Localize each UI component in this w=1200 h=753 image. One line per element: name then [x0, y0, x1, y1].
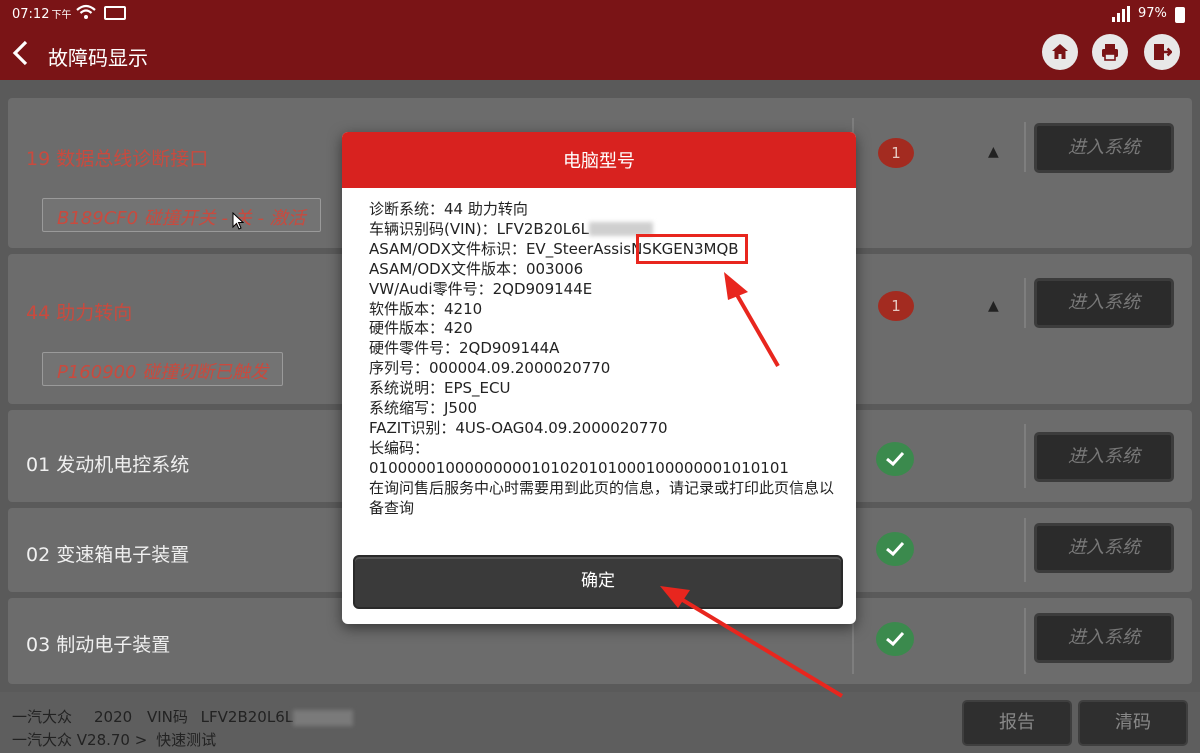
system-name: 03 制动电子装置 — [26, 634, 171, 656]
info-line: 序列号：000004.09.2000020770 — [369, 359, 611, 378]
fault-code-chip[interactable]: B189CF0 碰撞开关 - 关 - 激活 — [42, 198, 321, 232]
back-icon[interactable] — [10, 38, 40, 72]
vehicle-info: 一汽大众 2020 VIN码 LFV2B20L6L — [12, 706, 354, 727]
caret-up-icon[interactable]: ▲ — [988, 298, 999, 314]
dialog-content: 诊断系统：44 助力转向 车辆识别码(VIN)：LFV2B20L6L ASAM/… — [369, 200, 839, 519]
system-name: 01 发动机电控系统 — [26, 454, 190, 476]
caret-up-icon[interactable]: ▲ — [988, 144, 999, 160]
page-title: 故障码显示 — [48, 46, 148, 70]
ok-check-icon — [876, 442, 914, 476]
report-button[interactable]: 报告 — [962, 700, 1072, 746]
info-line: 系统缩写：J500 — [369, 399, 478, 418]
info-line-vin: 车辆识别码(VIN)：LFV2B20L6L — [369, 220, 839, 240]
battery-icon — [1175, 7, 1185, 23]
mouse-cursor-icon — [232, 212, 244, 230]
fault-count-badge: 1 — [878, 291, 914, 321]
enter-system-button[interactable]: 进入系统 — [1034, 613, 1174, 663]
enter-system-button[interactable]: 进入系统 — [1034, 432, 1174, 482]
system-name: 44 助力转向 — [26, 302, 133, 324]
info-note: 在询问售后服务中心时需要用到此页的信息，请记录或打印此页信息以备查询 — [369, 478, 835, 517]
signal-icon — [1112, 6, 1130, 22]
ecu-info-dialog: 电脑型号 诊断系统：44 助力转向 车辆识别码(VIN)：LFV2B20L6L … — [342, 132, 856, 624]
enter-system-button[interactable]: 进入系统 — [1034, 123, 1174, 173]
highlight-box — [636, 234, 748, 264]
breadcrumb: 一汽大众 V28.70 > 快速测试 — [12, 731, 217, 749]
wifi-icon — [76, 4, 96, 19]
clock: 07:12 下午 — [12, 7, 72, 22]
vehicle-info-bar: 一汽大众 2020 VIN码 LFV2B20L6L 一汽大众 V28.70 > 快… — [0, 692, 1200, 753]
exit-icon[interactable] — [1144, 34, 1180, 70]
info-line: 硬件版本：420 — [369, 319, 473, 338]
battery-percent: 97% — [1138, 6, 1167, 21]
info-line: 长编码： — [369, 438, 430, 457]
enter-system-button[interactable]: 进入系统 — [1034, 278, 1174, 328]
info-line: 系统说明：EPS_ECU — [369, 379, 511, 398]
fault-count-badge: 1 — [878, 138, 914, 168]
home-icon[interactable] — [1042, 34, 1078, 70]
info-line: ASAM/ODX文件标识：EV_SteerAssisNSKGEN3MQB — [369, 239, 739, 258]
device-icon — [104, 6, 126, 20]
info-line: 0100000100000000010102010100010000000101… — [369, 458, 789, 477]
print-icon[interactable] — [1092, 34, 1128, 70]
clear-codes-button[interactable]: 清码 — [1078, 700, 1188, 746]
status-bar: 07:12 下午 97% — [0, 0, 1200, 30]
enter-system-button[interactable]: 进入系统 — [1034, 523, 1174, 573]
system-name: 19 数据总线诊断接口 — [26, 148, 209, 170]
info-line: 硬件零件号：2QD909144A — [369, 339, 560, 358]
system-name: 02 变速箱电子装置 — [26, 544, 190, 566]
redacted-vin — [293, 709, 354, 726]
app-header: 故障码显示 — [0, 30, 1200, 80]
ok-check-icon — [876, 622, 914, 656]
dialog-title: 电脑型号 — [342, 132, 856, 188]
info-line: VW/Audi零件号：2QD909144E — [369, 279, 593, 298]
info-line: FAZIT识别：4US-OAG04.09.2000020770 — [369, 418, 668, 437]
fault-code-chip[interactable]: P160900 碰撞切断已触发 — [42, 352, 284, 386]
info-line: ASAM/ODX文件版本：003006 — [369, 259, 584, 278]
confirm-button[interactable]: 确定 — [353, 555, 843, 609]
ok-check-icon — [876, 532, 914, 566]
info-line: 软件版本：4210 — [369, 299, 483, 318]
info-line: 诊断系统：44 助力转向 — [369, 200, 528, 218]
